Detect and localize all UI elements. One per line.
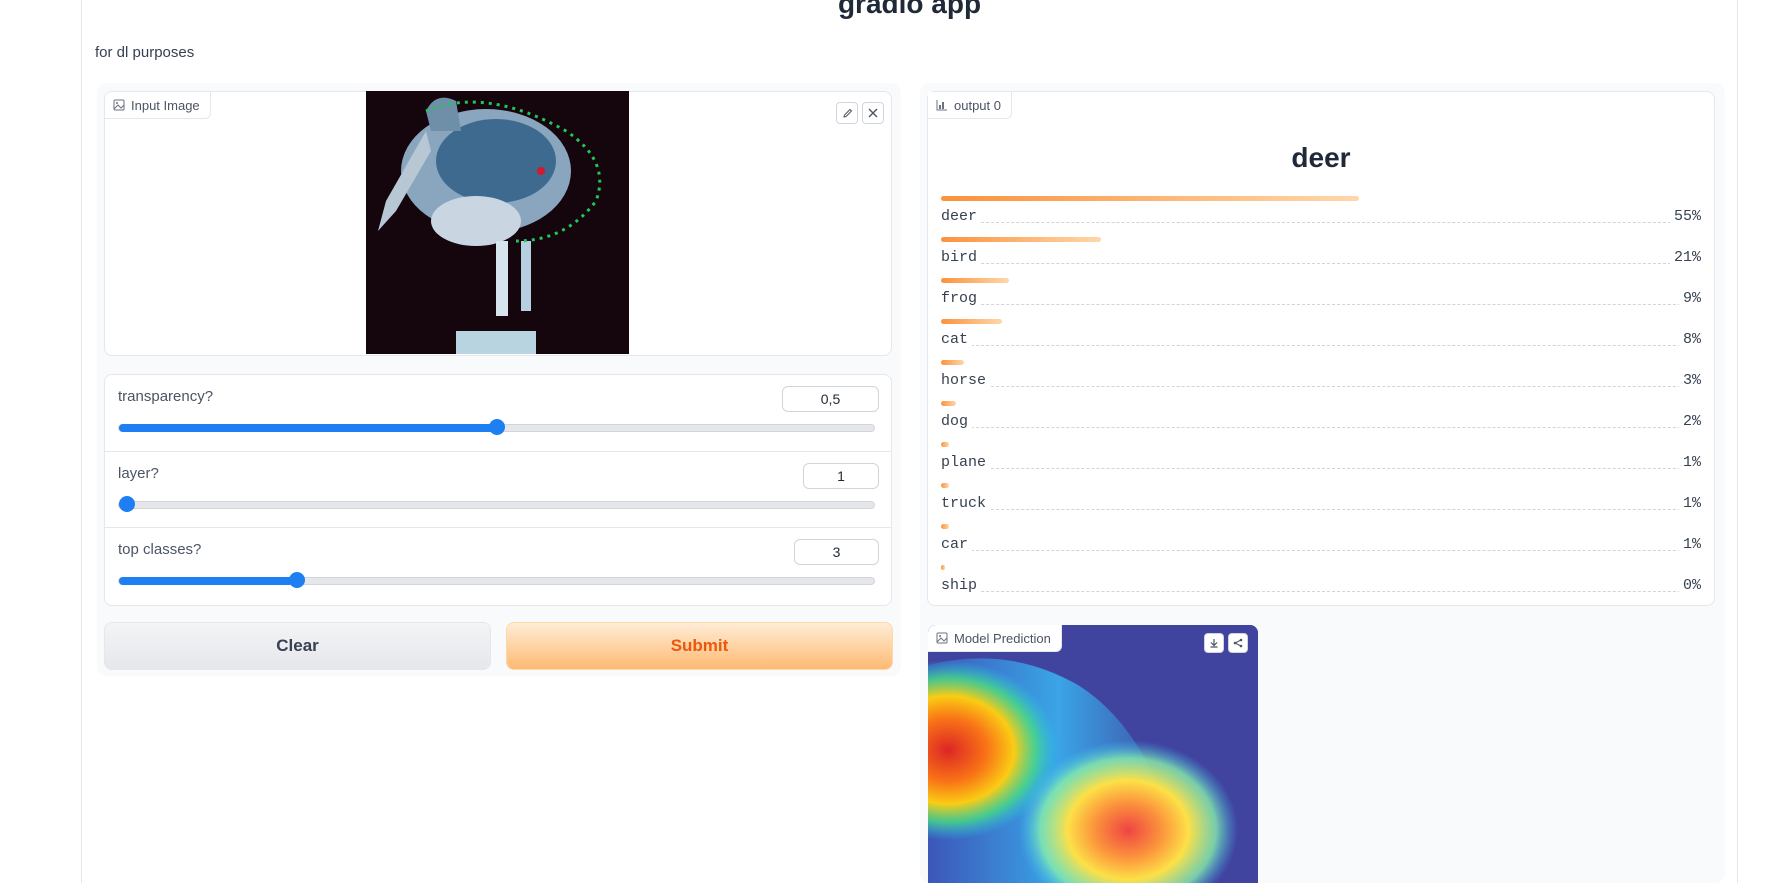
confidence-percent: 2%: [1678, 413, 1701, 430]
confidence-bar: [941, 278, 1010, 283]
model-prediction-image: Model Prediction: [928, 625, 1258, 883]
confidence-bar: [941, 237, 1101, 242]
input-image-label-text: Input Image: [131, 97, 200, 113]
confidence-row: dog 2%: [941, 401, 1701, 441]
close-icon[interactable]: [862, 102, 884, 124]
download-icon[interactable]: [1204, 633, 1224, 653]
confidence-bar: [941, 442, 949, 447]
confidence-percent: 1%: [1678, 495, 1701, 512]
confidence-label: deer: [941, 208, 982, 225]
confidence-row: truck 1%: [941, 483, 1701, 523]
pencil-icon[interactable]: [836, 102, 858, 124]
confidence-label: car: [941, 536, 973, 553]
confidence-percent: 3%: [1678, 372, 1701, 389]
confidence-row: deer 55%: [941, 196, 1701, 236]
confidence-bar: [941, 360, 964, 365]
slider-layer[interactable]: layer? 1: [105, 451, 891, 528]
share-icon[interactable]: [1228, 633, 1248, 653]
confidence-leader: [941, 345, 1701, 346]
confidence-label: plane: [941, 454, 991, 471]
confidence-row: cat 8%: [941, 319, 1701, 359]
confidence-row: bird 21%: [941, 237, 1701, 277]
confidence-label: horse: [941, 372, 991, 389]
confidence-row: car 1%: [941, 524, 1701, 564]
app-title: gradio app: [837, 0, 982, 19]
slider-thumb[interactable]: [119, 496, 135, 512]
app-description: for dl purposes: [95, 44, 195, 61]
confidence-leader: [941, 222, 1701, 223]
confidence-percent: 55%: [1669, 208, 1701, 225]
confidence-leader: [941, 509, 1701, 510]
confidence-percent: 1%: [1678, 454, 1701, 471]
confidence-label: truck: [941, 495, 991, 512]
confidence-percent: 1%: [1678, 536, 1701, 553]
slider-top-classes[interactable]: top classes? 3: [105, 527, 891, 604]
confidence-percent: 8%: [1678, 331, 1701, 348]
label-output-block: output 0 deer deer 55% bird 21% frog 9% cat 8% h…: [927, 91, 1715, 606]
submit-button[interactable]: Submit: [506, 622, 893, 670]
slider-thumb[interactable]: [488, 419, 505, 435]
confidence-row: horse 3%: [941, 360, 1701, 400]
bird-image: [366, 91, 629, 354]
confidence-label: cat: [941, 331, 973, 348]
confidence-bar: [941, 401, 957, 406]
confidence-leader: [941, 591, 1701, 592]
confidence-leader: [941, 386, 1701, 387]
slider-thumb[interactable]: [288, 572, 305, 588]
confidence-percent: 0%: [1678, 577, 1701, 594]
confidence-leader: [941, 468, 1701, 469]
input-image-label: Input Image: [105, 92, 211, 119]
slider-label: top classes?: [118, 541, 202, 558]
confidence-label: dog: [941, 413, 973, 430]
confidence-label: bird: [941, 249, 982, 266]
confidence-percent: 21%: [1669, 249, 1701, 266]
slider-transparency[interactable]: transparency? 0,5: [105, 375, 891, 451]
model-prediction-label: Model Prediction: [928, 625, 1062, 652]
slider-track[interactable]: [118, 572, 875, 588]
confidence-bar: [941, 524, 949, 529]
predicted-class: deer: [1291, 142, 1351, 173]
confidence-percent: 9%: [1678, 290, 1701, 307]
model-prediction-label-text: Model Prediction: [954, 630, 1051, 646]
confidence-bar: [941, 565, 945, 570]
output-label-text: output 0: [954, 97, 1001, 113]
confidence-bar: [941, 319, 1002, 324]
output-label: output 0: [928, 92, 1012, 119]
confidence-bar: [941, 483, 949, 488]
confidence-label: ship: [941, 577, 982, 594]
slider-number-input[interactable]: 1: [803, 463, 879, 489]
confidence-bar: [941, 196, 1359, 201]
confidence-leader: [941, 263, 1701, 264]
input-image: [366, 91, 629, 354]
confidence-row: frog 9%: [941, 278, 1701, 318]
confidence-leader: [941, 550, 1701, 551]
slider-label: transparency?: [118, 388, 214, 405]
bar-chart-icon: [936, 100, 947, 111]
clear-button[interactable]: Clear: [104, 622, 491, 670]
slider-track[interactable]: [118, 419, 875, 435]
slider-number-input[interactable]: 0,5: [782, 386, 879, 412]
image-icon: [936, 632, 948, 644]
slider-label: layer?: [118, 465, 159, 482]
slider-number-input[interactable]: 3: [794, 539, 879, 565]
heatmap-image: [928, 625, 1258, 883]
confidence-row: ship 0%: [941, 565, 1701, 605]
confidence-row: plane 1%: [941, 442, 1701, 482]
confidence-leader: [941, 427, 1701, 428]
confidence-leader: [941, 304, 1701, 305]
image-icon: [113, 99, 125, 111]
sliders-block: transparency? 0,5 layer? 1 top classes? …: [104, 374, 892, 606]
confidence-label: frog: [941, 290, 982, 307]
slider-track[interactable]: [118, 496, 875, 512]
